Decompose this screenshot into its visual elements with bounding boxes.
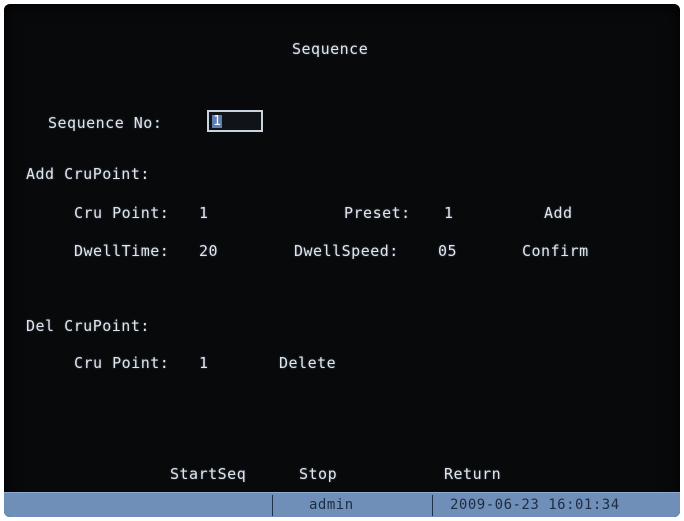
add-crupoint-heading: Add CruPoint:: [26, 165, 150, 183]
preset-label: Preset:: [344, 204, 411, 222]
status-divider: [432, 495, 433, 516]
del-crupoint-heading: Del CruPoint:: [26, 317, 150, 335]
delete-button[interactable]: Delete: [279, 354, 336, 372]
dwell-time-value[interactable]: 20: [199, 242, 218, 260]
preset-value[interactable]: 1: [444, 204, 454, 222]
status-divider: [272, 495, 273, 516]
page-title: Sequence: [292, 40, 369, 58]
dwell-time-label: DwellTime:: [74, 242, 170, 260]
start-sequence-button[interactable]: StartSeq: [170, 465, 246, 483]
sequence-number-label: Sequence No:: [48, 114, 163, 132]
sequence-number-field[interactable]: 1: [207, 110, 263, 132]
status-user: admin: [309, 497, 354, 513]
dvr-screen: Sequence Sequence No: 1 Add CruPoint: Cr…: [0, 0, 684, 521]
confirm-button[interactable]: Confirm: [522, 242, 589, 260]
add-cru-point-value[interactable]: 1: [199, 204, 209, 222]
del-cru-point-value[interactable]: 1: [199, 354, 209, 372]
return-button[interactable]: Return: [444, 465, 501, 483]
status-bar: admin 2009-06-23 16:01:34: [4, 492, 680, 517]
add-cru-point-label: Cru Point:: [74, 204, 170, 222]
add-button[interactable]: Add: [544, 204, 573, 222]
sequence-number-value: 1: [212, 114, 222, 129]
dwell-speed-label: DwellSpeed:: [294, 242, 399, 260]
sequence-menu: Sequence Sequence No: 1 Add CruPoint: Cr…: [4, 4, 680, 517]
del-cru-point-label: Cru Point:: [74, 354, 170, 372]
stop-button[interactable]: Stop: [299, 465, 337, 483]
dwell-speed-value[interactable]: 05: [438, 242, 457, 260]
status-datetime: 2009-06-23 16:01:34: [450, 497, 620, 513]
